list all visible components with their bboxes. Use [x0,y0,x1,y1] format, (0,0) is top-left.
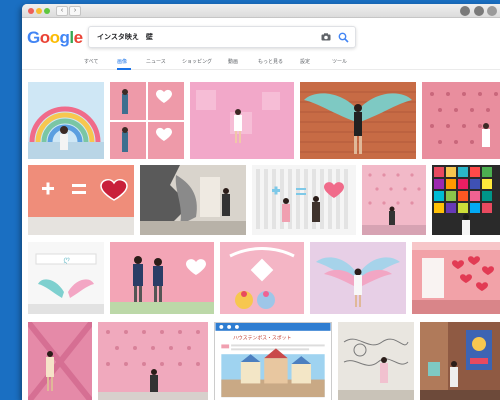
result-image[interactable]: ღ [28,242,104,314]
tab-3[interactable]: ニュース [146,58,166,65]
pink-dot-street-image [98,322,208,400]
couple-pink-heart-wall-image [110,242,214,314]
tab-2[interactable]: 画像 [117,58,127,65]
heart-wall-collage-image [110,82,184,159]
graffiti-street-image [420,322,500,400]
result-image[interactable] [28,322,92,400]
result-image[interactable] [432,165,500,235]
pastel-wings-wall-image [310,242,406,314]
colorful-mosaic-wall-image [432,165,500,235]
result-image[interactable] [310,242,406,314]
pink-dot-wall-image-1 [422,82,500,159]
result-image[interactable] [140,165,246,235]
logo-letter: o [39,28,50,47]
google-logo[interactable]: Google [27,29,83,47]
tab-5[interactable]: 動画 [228,58,238,65]
result-image[interactable] [412,242,500,314]
theme-park-webpage-image: ハウステンボス・スポット [215,323,331,400]
tab-8[interactable]: ツール [332,58,347,65]
share-icon[interactable] [474,6,484,16]
result-image[interactable] [362,165,426,235]
logo-letter: g [59,28,70,47]
pink-wall-girl-image [28,322,92,400]
search-input[interactable]: インスタ映え 壁 [88,26,356,48]
result-image[interactable] [220,242,304,314]
result-image[interactable] [420,322,500,400]
white-fence-heart-image [252,165,356,235]
extension-icon[interactable] [487,6,497,16]
tab-6[interactable]: もっと見る [258,58,283,65]
logo-letter: e [73,28,83,47]
image-results-grid: ღ ハウステンボス・スポット [22,70,500,400]
minimize-icon[interactable] [36,8,42,14]
search-tabs: すべて 画像 ニュース ショッピング 動画 もっと見る 設定 ツール [22,54,500,70]
search-icon[interactable] [338,32,349,43]
svg-text:ღ: ღ [63,255,70,264]
browser-window: ‹ › Google インスタ映え 壁 すべて 画像 ニュース ショッピング 動画 もっと… [22,4,500,400]
ink-mural-wall-image [140,165,246,235]
result-image[interactable] [28,82,104,159]
tab-1[interactable]: すべて [84,58,98,65]
plus-equals-heart-wall-image [28,165,134,235]
result-image[interactable] [190,82,294,159]
rainbow-wall-image [28,82,104,159]
webpage-title: ハウステンボス・スポット [233,335,291,342]
result-image[interactable] [422,82,500,159]
result-image[interactable]: ハウステンボス・スポット [214,322,332,400]
camera-search-icon[interactable] [321,33,331,41]
back-icon[interactable]: ‹ [56,6,68,16]
browser-toolbar: ‹ › [22,4,500,18]
result-image[interactable] [338,322,414,400]
profile-icon[interactable] [460,6,470,16]
wings-neon-sign-image: ღ [28,242,104,314]
pink-cafe-sign-image [220,242,304,314]
angel-wings-brick-wall-image [300,82,416,159]
tab-4[interactable]: ショッピング [182,58,212,65]
search-query[interactable]: インスタ映え 壁 [97,32,153,42]
result-image[interactable] [28,165,134,235]
logo-letter: o [49,28,60,47]
pink-tile-wall-image [190,82,294,159]
tab-7[interactable]: 設定 [300,58,310,65]
close-icon[interactable] [28,8,34,14]
result-image[interactable] [300,82,416,159]
result-image[interactable] [98,322,208,400]
result-image[interactable] [110,82,184,159]
pink-room-hearts-image [412,242,500,314]
forward-icon[interactable]: › [69,6,81,16]
sketch-wall-image [338,322,414,400]
result-image[interactable] [252,165,356,235]
search-header: Google インスタ映え 壁 [22,18,500,54]
maximize-icon[interactable] [44,8,50,14]
result-image[interactable] [110,242,214,314]
logo-letter: G [27,28,40,47]
pink-dot-wall-image-2 [362,165,426,235]
